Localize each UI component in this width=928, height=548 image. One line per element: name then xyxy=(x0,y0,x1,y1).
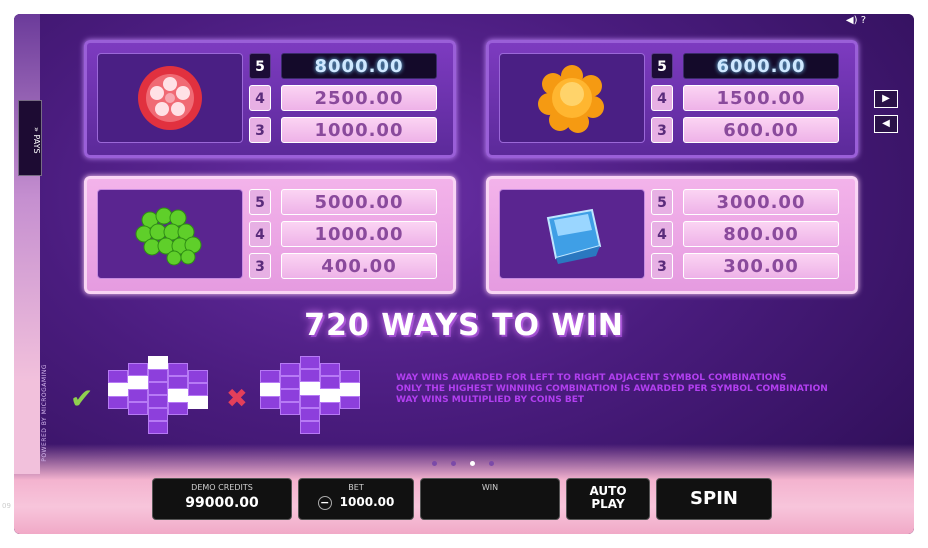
cross-icon: ✖ xyxy=(226,384,248,414)
combo-count: 4 xyxy=(651,221,673,247)
symbol-box xyxy=(97,53,243,143)
combo-count: 3 xyxy=(651,253,673,279)
next-page-button[interactable]: ▶ xyxy=(874,90,898,108)
paytable-panel-red-candy: 5 8000.00 4 2500.00 3 1000.00 xyxy=(84,40,456,158)
bet-row: −1000.00 xyxy=(299,495,413,510)
symbol-box xyxy=(499,189,645,279)
credits-label: DEMO CREDITS xyxy=(191,483,253,492)
rule-line: WAY WINS MULTIPLIED BY COINS BET xyxy=(396,395,585,405)
page-dot[interactable] xyxy=(451,461,456,466)
blue-ice-cube-icon xyxy=(546,208,602,264)
pays-tab[interactable]: » PAYS xyxy=(18,100,42,176)
bet-minus-button[interactable]: − xyxy=(317,496,332,510)
page-dot-active[interactable] xyxy=(470,461,475,466)
credits-value: 99000.00 xyxy=(185,495,259,511)
prev-page-button[interactable]: ◀ xyxy=(874,115,898,133)
symbol-box xyxy=(499,53,645,143)
spin-button[interactable]: SPIN xyxy=(656,478,772,520)
game-frame: » PAYS POWERED BY MICROGAMING ◀) ? 5 8000… xyxy=(14,14,914,534)
combo-count: 5 xyxy=(249,53,271,79)
combo-count: 5 xyxy=(651,53,673,79)
orange-jelly-icon xyxy=(538,65,604,133)
bet-panel: BET −1000.00 xyxy=(298,478,414,520)
combo-count: 4 xyxy=(249,85,271,111)
rule-line: ONLY THE HIGHEST WINNING COMBINATION IS … xyxy=(396,384,828,394)
left-strip xyxy=(14,14,40,474)
paytable-panel-blue-ice: 5 3000.00 4 800.00 3 300.00 xyxy=(486,176,858,294)
page-dot[interactable] xyxy=(432,461,437,466)
payout-value: 600.00 xyxy=(683,117,839,143)
combo-count: 4 xyxy=(651,85,673,111)
combo-count: 5 xyxy=(249,189,271,215)
rule-line: WAY WINS AWARDED FOR LEFT TO RIGHT ADJAC… xyxy=(396,373,787,383)
win-panel: WIN xyxy=(420,478,560,520)
payout-value: 1500.00 xyxy=(683,85,839,111)
green-grapes-icon xyxy=(135,207,202,266)
combo-count: 3 xyxy=(249,117,271,143)
autoplay-label: AUTO PLAY xyxy=(589,484,627,511)
payout-value: 300.00 xyxy=(683,253,839,279)
payout-value: 800.00 xyxy=(683,221,839,247)
payout-value: 6000.00 xyxy=(683,53,839,79)
payout-value: 2500.00 xyxy=(281,85,437,111)
provider-credit: POWERED BY MICROGAMING xyxy=(41,364,48,462)
credits-panel: DEMO CREDITS 99000.00 xyxy=(152,478,292,520)
bet-value: 1000.00 xyxy=(339,495,395,509)
symbol-box xyxy=(97,189,243,279)
payout-value: 1000.00 xyxy=(281,117,437,143)
bet-label: BET xyxy=(348,483,364,492)
payout-value: 400.00 xyxy=(281,253,437,279)
payout-value: 8000.00 xyxy=(281,53,437,79)
win-label: WIN xyxy=(481,483,499,492)
payout-value: 5000.00 xyxy=(281,189,437,215)
autoplay-button[interactable]: AUTO PLAY xyxy=(566,478,650,520)
winning-grid-example xyxy=(108,356,218,438)
combo-count: 4 xyxy=(249,221,271,247)
page-indicator xyxy=(432,451,508,470)
check-icon: ✔ xyxy=(70,382,94,415)
payout-value: 3000.00 xyxy=(683,189,839,215)
losing-grid-example xyxy=(260,356,370,438)
combo-count: 3 xyxy=(651,117,673,143)
combo-count: 5 xyxy=(651,189,673,215)
payout-value: 1000.00 xyxy=(281,221,437,247)
combo-count: 3 xyxy=(249,253,271,279)
sound-help-icons[interactable]: ◀) ? xyxy=(846,15,866,26)
page-dot[interactable] xyxy=(489,461,494,466)
paytable-panel-green-grapes: 5 5000.00 4 1000.00 3 400.00 xyxy=(84,176,456,294)
version-label: 09 xyxy=(2,502,11,510)
ways-to-win-title: 720 WAYS TO WIN xyxy=(304,308,624,343)
bottom-bar: DEMO CREDITS 99000.00 BET −1000.00 WIN A… xyxy=(14,474,914,534)
red-candy-icon xyxy=(138,66,202,130)
rules-text: WAY WINS AWARDED FOR LEFT TO RIGHT ADJAC… xyxy=(396,373,828,406)
paytable-panel-orange-jelly: 5 6000.00 4 1500.00 3 600.00 xyxy=(486,40,858,158)
